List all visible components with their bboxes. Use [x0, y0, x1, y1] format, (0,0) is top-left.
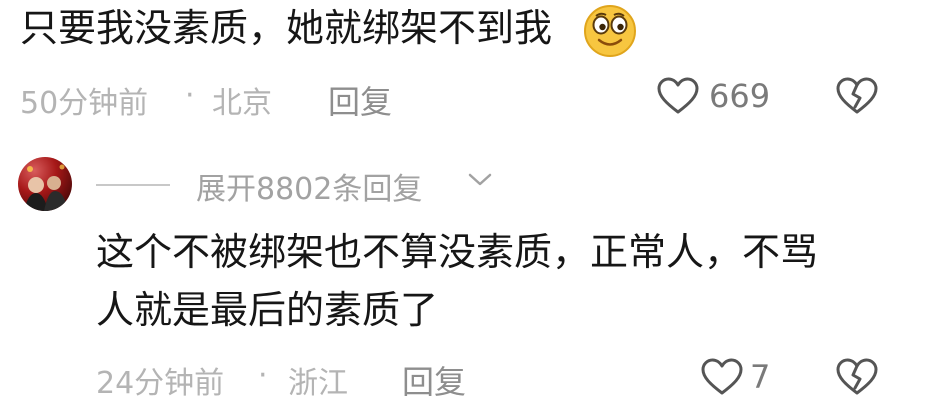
heart-outline-icon[interactable] [656, 76, 700, 116]
smiley-emoji-icon [582, 3, 638, 59]
heart-outline-icon[interactable] [700, 357, 744, 397]
comment-1-text: 只要我没素质，她就绑架不到我 [20, 6, 553, 50]
comment-2-location: 浙江 [288, 366, 348, 401]
comment-1: 只要我没素质，她就绑架不到我 50分钟前 · 北京 回复 669 [0, 0, 931, 130]
expand-replies-label[interactable]: 展开8802条回复 [196, 164, 422, 208]
expand-replies[interactable]: 展开8802条回复 [96, 160, 516, 210]
avatar[interactable] [18, 157, 72, 211]
broken-heart-icon[interactable] [835, 76, 879, 116]
comment-1-like-count: 669 [709, 77, 771, 115]
comment-2-time: 24分钟前 [96, 366, 225, 401]
meta-separator: · [258, 358, 268, 393]
comment-2-reply-button[interactable]: 回复 [402, 357, 466, 403]
expand-divider [96, 184, 170, 186]
comment-2-text-line-1: 这个不被绑架也不算没素质，正常人，不骂 [96, 230, 819, 274]
comment-2-like-count: 7 [750, 358, 771, 396]
comment-2-text-line-2: 人就是最后的素质了 [96, 288, 439, 332]
broken-heart-icon[interactable] [835, 357, 879, 397]
comment-2: 这个不被绑架也不算没素质，正常人，不骂 人就是最后的素质了 24分钟前 · 浙江… [0, 220, 931, 408]
comment-1-time: 50分钟前 [20, 86, 149, 121]
comment-1-reply-button[interactable]: 回复 [328, 77, 392, 123]
comment-1-location: 北京 [212, 86, 272, 121]
chevron-down-icon[interactable] [466, 168, 494, 190]
meta-separator: · [185, 78, 195, 113]
